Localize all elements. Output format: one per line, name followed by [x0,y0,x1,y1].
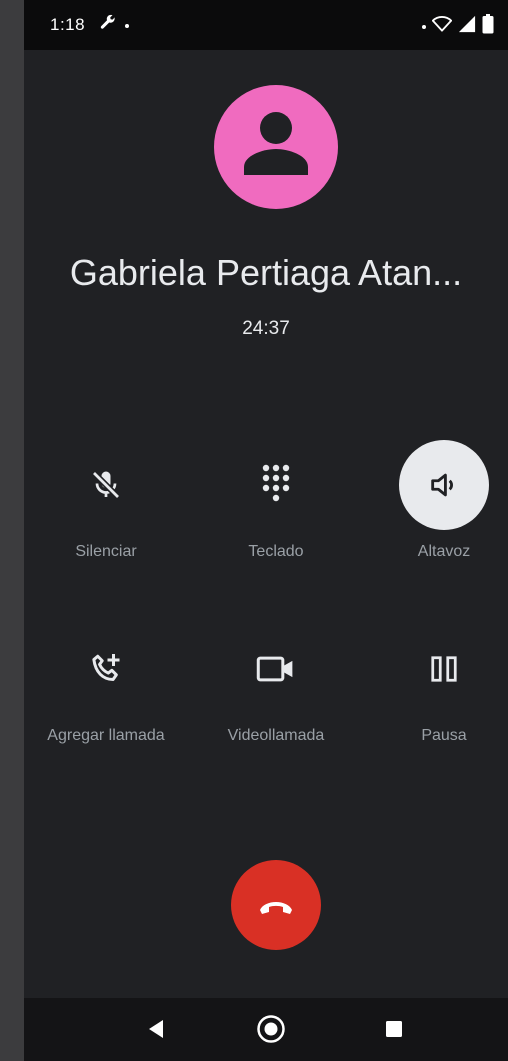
home-button[interactable] [256,1014,286,1044]
keypad-label: Teclado [248,543,304,560]
speaker-label: Altavoz [417,543,471,560]
add-call-label: Agregar llamada [47,727,165,744]
status-bar: 1:18 [24,0,508,50]
back-button[interactable] [140,1014,170,1044]
pause-icon [431,656,457,682]
person-icon [244,112,308,175]
status-time: 1:18 [50,15,86,34]
mute-label: Silenciar [75,543,137,560]
video-call-button[interactable]: Videollamada [196,624,356,764]
dot-icon [422,24,426,29]
navigation-bar [24,998,508,1061]
video-call-label: Videollamada [227,727,325,744]
signal-icon [458,15,476,38]
battery-icon [482,14,494,39]
wrench-icon [99,14,117,37]
recents-button[interactable] [379,1014,409,1044]
avatar [214,85,338,209]
recents-icon [386,1021,402,1037]
end-call-button[interactable] [231,860,321,950]
hold-label: Pausa [421,727,467,744]
call-end-icon [260,902,292,914]
speaker-icon [431,473,453,497]
dot-icon [125,23,129,28]
add-call-button[interactable]: Agregar llamada [26,624,186,764]
keypad-button[interactable]: Teclado [196,440,356,580]
wifi-icon [431,15,453,38]
videocam-icon [256,656,293,682]
dialpad-icon [262,464,290,502]
mic-off-icon [91,470,121,500]
mute-button[interactable]: Silenciar [26,440,186,580]
in-call-screen: 1:18 Gabriela Pertiaga Atan... 24:37 Sil… [24,0,508,1061]
call-timer: 24:37 [242,318,290,339]
home-icon [257,1015,285,1043]
speaker-button[interactable]: Altavoz [364,440,508,580]
hold-button[interactable]: Pausa [364,624,508,764]
add-call-icon [92,654,120,681]
back-icon [149,1020,163,1038]
caller-name: Gabriela Pertiaga Atan... [69,252,463,293]
